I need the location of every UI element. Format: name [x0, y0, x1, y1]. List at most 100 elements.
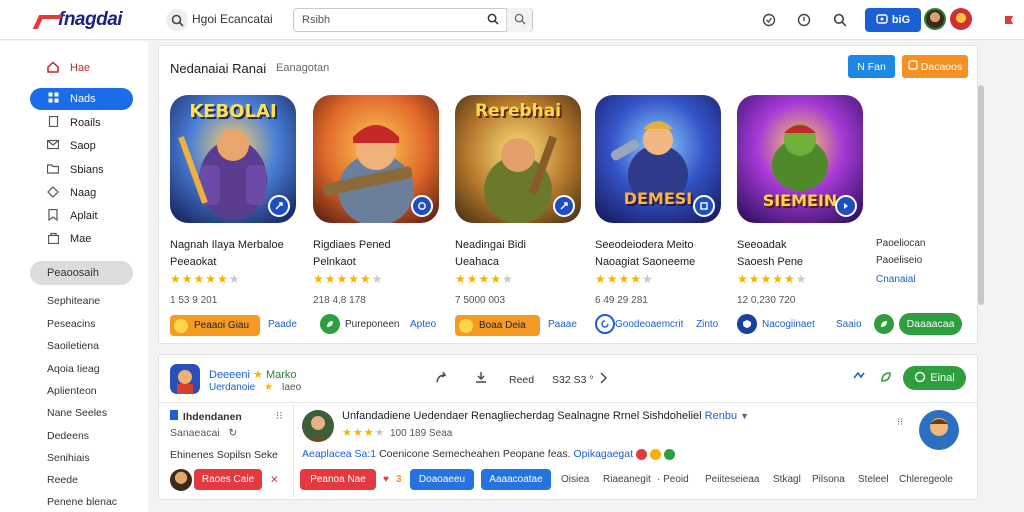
game-link[interactable]: Paade: [268, 319, 297, 330]
sidebar-link[interactable]: Nane Seeles: [47, 407, 107, 419]
leaf-icon[interactable]: [874, 314, 894, 334]
game-link[interactable]: Apteo: [410, 319, 436, 330]
game-action-pill[interactable]: Peaaoi Giau: [170, 315, 260, 336]
tag[interactable]: Riaeanegit: [603, 474, 651, 485]
game-detail-title[interactable]: Deeeeni ★ Marko: [209, 368, 297, 381]
sidebar-item-mae[interactable]: Mae: [30, 228, 133, 250]
blue-pill-button[interactable]: Doaoaeeu: [410, 469, 474, 490]
orange-action-button[interactable]: Dacaoos: [902, 55, 968, 78]
user-avatar[interactable]: [924, 8, 946, 30]
profile-avatar[interactable]: [950, 8, 972, 30]
voice-search-icon[interactable]: [506, 8, 532, 32]
sidebar-link[interactable]: Dedeens: [47, 430, 89, 442]
sidebar-item-aplait[interactable]: Aplait: [30, 205, 133, 227]
game-tile-image[interactable]: [313, 95, 439, 223]
sidebar-link[interactable]: Saoiletiena: [47, 340, 99, 352]
game-name-line2: Naoagiat Saoneeme: [595, 256, 696, 268]
more-icon[interactable]: ⁝⁝: [897, 417, 903, 428]
red-pill-button[interactable]: Raoes Caie: [194, 469, 262, 490]
comment-link[interactable]: Opikagaegat: [573, 448, 633, 460]
scrollbar[interactable]: [978, 85, 984, 305]
chevron-down-icon[interactable]: ▼: [740, 411, 749, 421]
left-column-title[interactable]: Ihdendanen: [170, 410, 242, 423]
tag[interactable]: Peiiteseieaa: [705, 474, 759, 485]
tag[interactable]: Chleregeole: [899, 474, 953, 485]
channel-button[interactable]: biG: [865, 8, 921, 32]
search-icon[interactable]: [484, 12, 502, 30]
game-link[interactable]: Zinto: [696, 319, 718, 330]
refresh-icon[interactable]: [595, 314, 615, 334]
comment-heading-link[interactable]: Renbu: [705, 410, 737, 422]
globe-icon[interactable]: [758, 9, 780, 31]
tag[interactable]: · Peoid: [657, 474, 689, 485]
leaf-icon[interactable]: [877, 370, 895, 388]
game-link[interactable]: Pureponeen: [345, 319, 400, 330]
side-column-link[interactable]: Cnanaial: [876, 274, 915, 285]
sync-icon[interactable]: [850, 370, 868, 388]
chevron-right-icon[interactable]: [594, 370, 612, 388]
sidebar-item-sbians[interactable]: Sbians: [30, 159, 133, 181]
orange-action-label: Dacaoos: [920, 60, 963, 73]
blue-pill-button[interactable]: Aaaacoatae: [481, 469, 551, 490]
sidebar-link[interactable]: Penene blenac: [47, 496, 117, 508]
install-button[interactable]: Einal: [903, 366, 966, 390]
red-pill-button[interactable]: Peanoa Nae: [300, 469, 376, 490]
sidebar-link[interactable]: Senihiais: [47, 452, 90, 464]
game-tile-image[interactable]: SIEMEIN: [737, 95, 863, 223]
leaf-icon[interactable]: [320, 314, 340, 334]
game-tile-image[interactable]: KEBOLAI: [170, 95, 296, 223]
game-tile-image[interactable]: DEMESI: [595, 95, 721, 223]
game-thumbnail[interactable]: [170, 364, 200, 394]
comment-link[interactable]: Aeaplacea Sa:1: [302, 448, 376, 460]
search-icon[interactable]: [829, 9, 851, 31]
refresh-icon[interactable]: ↻: [229, 427, 238, 439]
search-icon[interactable]: [166, 9, 188, 31]
more-icon[interactable]: ⁝⁝: [276, 410, 283, 422]
tag[interactable]: Pilsona: [812, 474, 845, 485]
tag[interactable]: Stkagl: [773, 474, 801, 485]
sidebar-section-button[interactable]: Peaoosaih: [30, 261, 133, 285]
close-icon[interactable]: ✕: [270, 474, 279, 486]
sidebar-item-nads[interactable]: Nads: [30, 88, 133, 110]
commenter-avatar[interactable]: [302, 410, 334, 442]
subtitle-publisher[interactable]: Uerdanoie: [209, 382, 255, 393]
game-link[interactable]: Nacogiinaet: [762, 319, 815, 330]
filter-button[interactable]: N Fan: [848, 55, 895, 78]
game-name[interactable]: Neadingai Bidi Ueahaca: [455, 237, 526, 271]
shield-icon[interactable]: [737, 314, 757, 334]
sidebar-link[interactable]: Peseacins: [47, 318, 95, 330]
app-logo[interactable]: fnagdai: [36, 9, 123, 31]
side-action-button[interactable]: Daaaacaa: [899, 313, 962, 335]
sidebar-link[interactable]: Sephiteane: [47, 295, 100, 307]
sidebar-item-naag[interactable]: Naag: [30, 182, 133, 204]
tag[interactable]: Steleel: [858, 474, 889, 485]
sidebar-link[interactable]: Reede: [47, 474, 78, 486]
game-avatar[interactable]: [919, 410, 959, 450]
user-avatar[interactable]: [170, 469, 192, 491]
game-link[interactable]: Paaae: [548, 319, 577, 330]
sidebar-link[interactable]: Aplienteon: [47, 385, 97, 397]
search-box[interactable]: [293, 8, 533, 32]
help-icon[interactable]: [793, 9, 815, 31]
game-link[interactable]: Saaio: [836, 319, 862, 330]
notification-icon[interactable]: [998, 9, 1020, 31]
sidebar-item-saop[interactable]: Saop: [30, 135, 133, 157]
game-action-pill[interactable]: Boaa Deia: [455, 315, 540, 336]
sidebar-link[interactable]: Aqoia Iieag: [47, 363, 100, 375]
tag[interactable]: Oisiea: [561, 474, 589, 485]
heart-icon[interactable]: ♥: [383, 474, 389, 485]
game-link[interactable]: Goodeoaemcrit: [615, 319, 683, 330]
game-name[interactable]: Nagnah Ilaya Merbaloe Peeaokat: [170, 237, 284, 271]
download-icon[interactable]: [472, 370, 490, 388]
game-action-label: Boaa Deia: [479, 320, 526, 331]
share-icon[interactable]: [433, 370, 451, 388]
sidebar-item-roails[interactable]: Roails: [30, 112, 133, 134]
game-name[interactable]: Seeodeiodera Meito Naoagiat Saoneeme: [595, 237, 695, 271]
game-name[interactable]: Rigdiaes Pened Pelnkaot: [313, 237, 391, 271]
game-name[interactable]: Seeoadak Saoesh Pene: [737, 237, 803, 271]
left-column-desc: Ehinenes Sopilsn Seke: [170, 449, 278, 461]
sidebar-item-home[interactable]: Hae: [30, 57, 133, 79]
section-subtitle: Eanagotan: [276, 62, 330, 74]
search-input[interactable]: [302, 12, 482, 28]
game-tile-image[interactable]: Rerebhai: [455, 95, 581, 223]
